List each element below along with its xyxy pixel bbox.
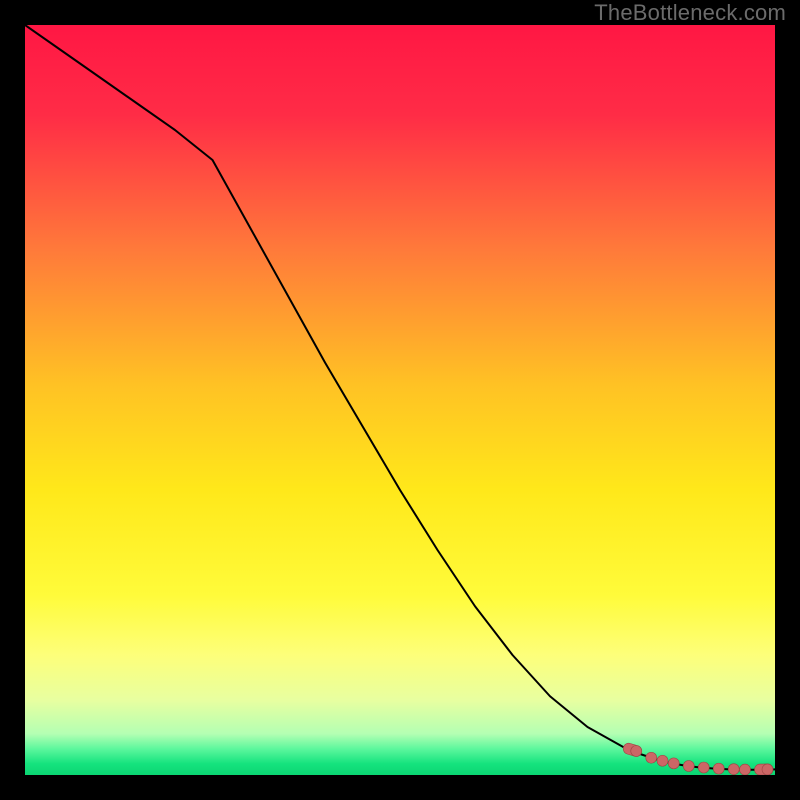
tail-marker-dot: [668, 758, 679, 769]
tail-marker-dot: [728, 764, 739, 775]
tail-marker-dot: [762, 764, 773, 775]
tail-marker-dot: [657, 755, 668, 766]
stage: TheBottleneck.com: [0, 0, 800, 800]
tail-marker-dot: [646, 752, 657, 763]
tail-marker-dot: [683, 761, 694, 772]
tail-marker-dot: [713, 763, 724, 774]
watermark-text: TheBottleneck.com: [594, 0, 786, 26]
tail-marker-dot: [698, 762, 709, 773]
tail-marker-dot: [631, 746, 642, 757]
tail-marker-dot: [740, 764, 751, 775]
gradient-background: [25, 25, 775, 775]
chart-svg: [25, 25, 775, 775]
plot-area: [25, 25, 775, 775]
